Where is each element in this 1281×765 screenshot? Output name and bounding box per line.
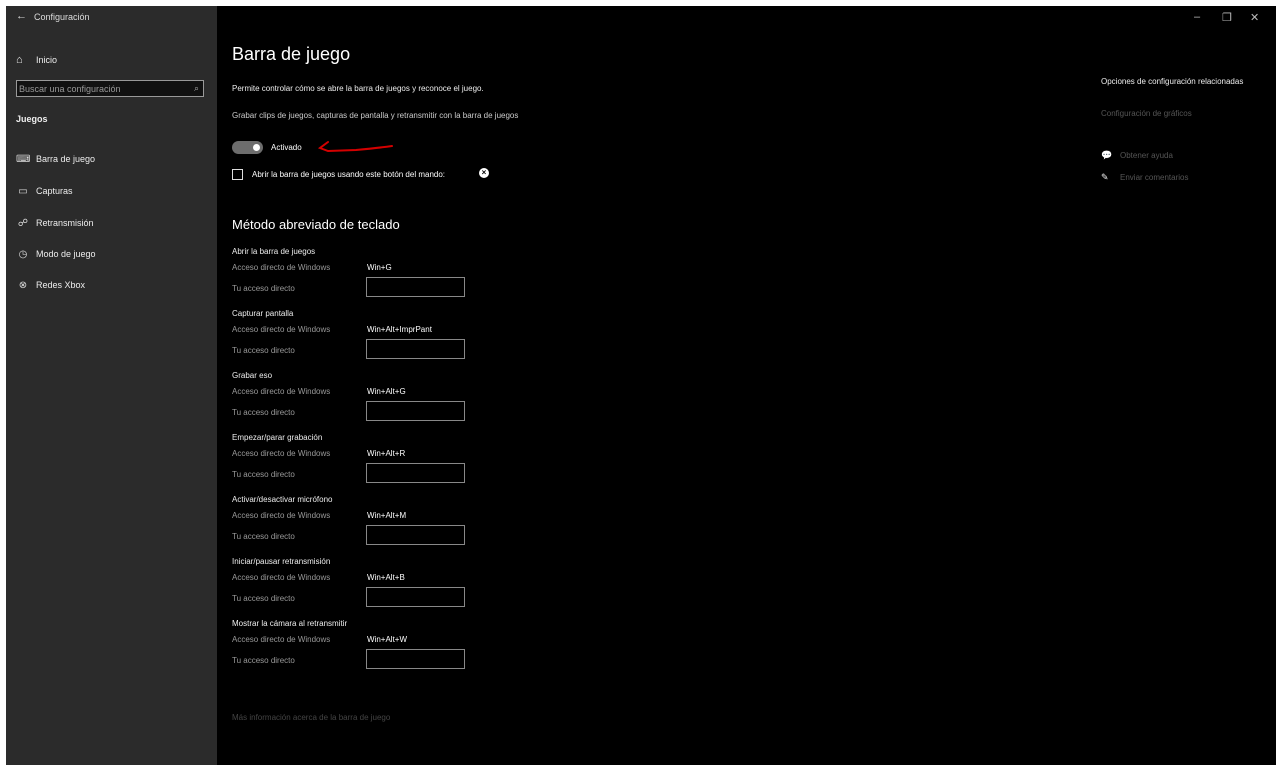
shortcut-title: Empezar/parar grabación	[232, 433, 323, 442]
section-heading: Juegos	[16, 114, 48, 124]
shortcut-title: Abrir la barra de juegos	[232, 247, 316, 256]
sidebar-item-game-mode[interactable]: ◷ Modo de juego	[16, 247, 96, 261]
game-mode-icon: ◷	[18, 248, 28, 260]
minimize-button[interactable]: –	[1194, 11, 1200, 23]
windows-shortcut-label: Acceso directo de Windows	[232, 387, 331, 396]
gamebar-icon: ⌨	[16, 153, 31, 165]
graphics-settings-link[interactable]: Configuración de gráficos	[1101, 109, 1192, 118]
your-shortcut-label: Tu acceso directo	[232, 656, 295, 665]
sidebar-item-broadcast[interactable]: ☍ Retransmisión	[16, 216, 94, 230]
sidebar-item-label: Modo de juego	[36, 249, 96, 259]
home-label: Inicio	[36, 55, 58, 65]
captures-icon: ▭	[18, 185, 28, 197]
related-settings: Opciones de configuración relacionadas C…	[1101, 77, 1251, 118]
windows-shortcut-label: Acceso directo de Windows	[232, 449, 331, 458]
windows-shortcut-label: Acceso directo de Windows	[232, 263, 331, 272]
your-shortcut-input[interactable]	[366, 525, 465, 545]
windows-shortcut-label: Acceso directo de Windows	[232, 511, 331, 520]
search-input[interactable]	[19, 82, 179, 95]
sidebar: ⌂ Inicio ⌕ Juegos ⌨ Barra de juego ▭ Cap…	[6, 6, 217, 765]
search-box[interactable]: ⌕	[16, 80, 204, 97]
windows-shortcut-value: Win+Alt+G	[367, 387, 406, 396]
toggle-knob	[253, 144, 260, 151]
windows-shortcut-label: Acceso directo de Windows	[232, 325, 331, 334]
related-settings-title: Opciones de configuración relacionadas	[1101, 77, 1244, 86]
help-label: Obtener ayuda	[1120, 151, 1173, 160]
sidebar-item-label: Capturas	[36, 186, 73, 196]
your-shortcut-label: Tu acceso directo	[232, 594, 295, 603]
home-icon: ⌂	[16, 54, 23, 66]
feedback-icon: ✎	[1101, 172, 1109, 182]
sidebar-item-label: Retransmisión	[36, 218, 94, 228]
shortcut-title: Grabar eso	[232, 371, 273, 380]
search-icon: ⌕	[193, 83, 199, 93]
page-title: Barra de juego	[232, 44, 351, 64]
your-shortcut-input[interactable]	[366, 587, 465, 607]
feedback-label: Enviar comentarios	[1120, 173, 1189, 182]
help-icon: 💬	[1101, 150, 1113, 160]
windows-shortcut-value: Win+Alt+R	[367, 449, 406, 458]
home-nav-item[interactable]: ⌂ Inicio	[16, 54, 57, 66]
shortcut-title: Iniciar/pausar retransmisión	[232, 557, 331, 566]
windows-shortcut-label: Acceso directo de Windows	[232, 573, 331, 582]
close-button[interactable]: ✕	[1250, 11, 1259, 24]
main-content: Barra de juego Permite controlar cómo se…	[232, 6, 932, 765]
your-shortcut-label: Tu acceso directo	[232, 284, 295, 293]
windows-shortcut-value: Win+Alt+B	[367, 573, 405, 582]
sidebar-item-label: Redes Xbox	[36, 280, 86, 290]
your-shortcut-input[interactable]	[366, 339, 465, 359]
controller-button-checkbox[interactable]	[232, 169, 243, 180]
checkbox-label: Abrir la barra de juegos usando este bot…	[252, 170, 446, 179]
sidebar-item-xbox-network[interactable]: ⊗ Redes Xbox	[16, 278, 85, 292]
settings-window: ⌂ Inicio ⌕ Juegos ⌨ Barra de juego ▭ Cap…	[6, 6, 1276, 765]
your-shortcut-label: Tu acceso directo	[232, 470, 295, 479]
your-shortcut-input[interactable]	[366, 277, 465, 297]
window-title: Configuración	[34, 12, 90, 22]
page-description: Permite controlar cómo se abre la barra …	[232, 84, 484, 93]
sidebar-item-gamebar[interactable]: ⌨ Barra de juego	[16, 152, 95, 166]
toggle-state-label: Activado	[271, 143, 302, 152]
feedback-link[interactable]: ✎ Enviar comentarios	[1101, 172, 1188, 183]
your-shortcut-input[interactable]	[366, 649, 465, 669]
your-shortcut-input[interactable]	[366, 463, 465, 483]
record-toggle[interactable]	[232, 141, 263, 154]
shortcuts-heading: Método abreviado de teclado	[232, 217, 400, 232]
your-shortcut-label: Tu acceso directo	[232, 532, 295, 541]
record-setting-label: Grabar clips de juegos, capturas de pant…	[232, 111, 519, 120]
restore-button[interactable]: ❐	[1222, 11, 1232, 24]
more-info-link[interactable]: Más información acerca de la barra de ju…	[232, 713, 390, 722]
broadcast-icon: ☍	[17, 217, 29, 229]
windows-shortcut-label: Acceso directo de Windows	[232, 635, 331, 644]
get-help-link[interactable]: 💬 Obtener ayuda	[1101, 150, 1173, 161]
shortcut-title: Capturar pantalla	[232, 309, 294, 318]
windows-shortcut-value: Win+Alt+M	[367, 511, 407, 520]
windows-shortcut-value: Win+Alt+ImprPant	[367, 325, 432, 334]
sidebar-item-label: Barra de juego	[36, 154, 96, 164]
your-shortcut-label: Tu acceso directo	[232, 408, 295, 417]
back-arrow-icon[interactable]: ←	[16, 10, 27, 22]
sidebar-item-captures[interactable]: ▭ Capturas	[16, 184, 73, 198]
windows-shortcut-value: Win+Alt+W	[367, 635, 408, 644]
shortcut-title: Mostrar la cámara al retransmitir	[232, 619, 348, 628]
red-annotation-arrow	[317, 141, 393, 153]
shortcut-title: Activar/desactivar micrófono	[232, 495, 333, 504]
your-shortcut-input[interactable]	[366, 401, 465, 421]
xbox-icon: ⊗	[18, 279, 28, 291]
windows-shortcut-value: Win+G	[367, 263, 392, 272]
xbox-button-icon: ×	[479, 168, 489, 178]
your-shortcut-label: Tu acceso directo	[232, 346, 295, 355]
